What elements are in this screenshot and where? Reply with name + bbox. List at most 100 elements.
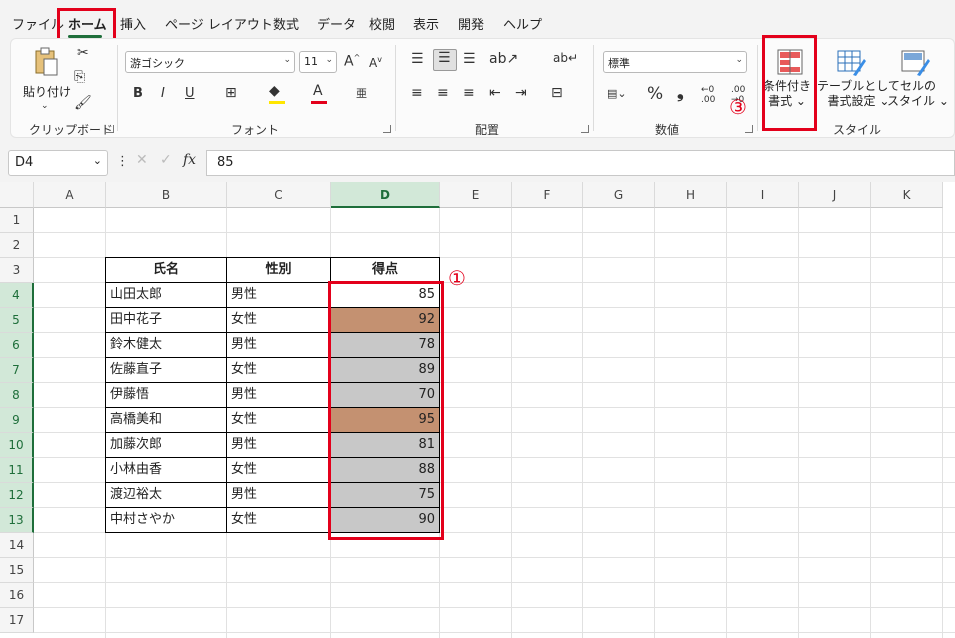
name-cell[interactable]: 渡辺裕太 <box>105 482 227 508</box>
align-bottom-icon[interactable]: ☰ <box>463 51 476 67</box>
column-header-G[interactable]: G <box>583 182 655 208</box>
column-header-A[interactable]: A <box>34 182 106 208</box>
table-header-cell[interactable]: 氏名 <box>105 257 227 283</box>
gender-cell[interactable]: 女性 <box>226 357 331 383</box>
column-header-H[interactable]: H <box>655 182 727 208</box>
name-cell[interactable]: 鈴木健太 <box>105 332 227 358</box>
phonetic-icon[interactable]: 亜 <box>356 85 367 101</box>
font-name-select[interactable]: 游ゴシック ⌄ <box>125 51 295 73</box>
row-header-8[interactable]: 8 <box>0 383 34 408</box>
row-header-3[interactable]: 3 <box>0 258 34 283</box>
table-header-cell[interactable]: 得点 <box>330 257 440 283</box>
wrap-text-icon[interactable]: ab↵ <box>553 51 578 65</box>
increase-font-icon[interactable]: A^ <box>344 53 360 70</box>
paste-dropdown-icon[interactable]: ⌄ <box>41 101 49 111</box>
indent-icon[interactable]: ⇥ <box>515 85 527 101</box>
align-top-icon[interactable]: ☰ <box>411 51 424 67</box>
format-painter-icon[interactable]: 🖌 <box>74 95 92 111</box>
outdent-icon[interactable]: ⇤ <box>489 85 501 101</box>
bold-button[interactable]: B <box>133 86 143 101</box>
column-header-D[interactable]: D <box>331 182 440 208</box>
merge-center-icon[interactable]: ⊟ <box>551 85 563 101</box>
format-as-table-icon[interactable] <box>837 49 867 77</box>
spreadsheet-grid[interactable]: A B C D E F G H I J K 1 2 3 4 5 6 7 8 9 10 11 12 13 14 15 16 17 氏名 性別… <box>0 182 955 638</box>
gender-cell[interactable]: 女性 <box>226 307 331 333</box>
tab-3[interactable]: ページ レイアウト <box>165 14 273 33</box>
number-format-select[interactable]: 標準 ⌄ <box>603 51 747 73</box>
copy-icon[interactable]: ⎘ <box>74 69 85 85</box>
orientation-icon[interactable]: ab↗ <box>489 51 518 67</box>
row-header-4[interactable]: 4 <box>0 283 34 308</box>
row-header-13[interactable]: 13 <box>0 508 34 533</box>
tab-4[interactable]: 数式 <box>273 14 299 33</box>
name-box[interactable]: D4 ⌄ <box>8 150 108 176</box>
font-launcher-icon[interactable] <box>383 125 391 133</box>
more-options-icon[interactable]: ⋮ <box>116 154 129 169</box>
tab-9[interactable]: ヘルプ <box>503 14 542 33</box>
select-all-corner[interactable] <box>0 182 34 208</box>
align-middle-icon[interactable]: ☰ <box>433 49 457 71</box>
clipboard-launcher-icon[interactable] <box>106 125 114 133</box>
name-cell[interactable]: 田中花子 <box>105 307 227 333</box>
column-header-C[interactable]: C <box>227 182 331 208</box>
font-color-icon[interactable]: A <box>311 83 327 104</box>
gender-cell[interactable]: 男性 <box>226 332 331 358</box>
name-cell[interactable]: 中村さやか <box>105 507 227 533</box>
name-cell[interactable]: 加藤次郎 <box>105 432 227 458</box>
underline-button[interactable]: U <box>185 86 195 101</box>
align-center-icon[interactable]: ≡ <box>437 85 449 101</box>
currency-icon[interactable]: ▤⌄ <box>607 87 627 100</box>
column-header-I[interactable]: I <box>727 182 799 208</box>
decrease-font-icon[interactable]: Av <box>369 55 382 70</box>
row-header-2[interactable]: 2 <box>0 233 34 258</box>
tab-6[interactable]: 校閲 <box>369 14 395 33</box>
name-cell[interactable]: 山田太郎 <box>105 282 227 308</box>
column-header-K[interactable]: K <box>871 182 943 208</box>
name-cell[interactable]: 伊藤悟 <box>105 382 227 408</box>
cell-styles-button[interactable]: セルの スタイル ⌄ <box>887 79 949 109</box>
row-header-5[interactable]: 5 <box>0 308 34 333</box>
row-header-9[interactable]: 9 <box>0 408 34 433</box>
align-left-icon[interactable]: ≡ <box>411 85 423 101</box>
column-header-B[interactable]: B <box>106 182 227 208</box>
gender-cell[interactable]: 男性 <box>226 432 331 458</box>
row-header-11[interactable]: 11 <box>0 458 34 483</box>
tab-5[interactable]: データ <box>317 14 356 33</box>
font-size-select[interactable]: 11 ⌄ <box>299 51 337 73</box>
alignment-launcher-icon[interactable] <box>581 125 589 133</box>
gender-cell[interactable]: 男性 <box>226 482 331 508</box>
paste-icon[interactable] <box>33 47 59 77</box>
row-header-14[interactable]: 14 <box>0 533 34 558</box>
name-cell[interactable]: 高橋美和 <box>105 407 227 433</box>
tab-7[interactable]: 表示 <box>413 14 439 33</box>
border-icon[interactable]: ⊞ <box>225 85 237 101</box>
column-header-E[interactable]: E <box>440 182 512 208</box>
row-header-16[interactable]: 16 <box>0 583 34 608</box>
tab-2[interactable]: 挿入 <box>120 14 146 33</box>
gender-cell[interactable]: 女性 <box>226 457 331 483</box>
gender-cell[interactable]: 男性 <box>226 382 331 408</box>
percent-icon[interactable]: % <box>647 84 663 104</box>
cut-icon[interactable]: ✂ <box>77 45 89 61</box>
paste-button[interactable]: 貼り付け <box>23 83 71 100</box>
row-header-7[interactable]: 7 <box>0 358 34 383</box>
row-header-1[interactable]: 1 <box>0 208 34 233</box>
name-cell[interactable]: 小林由香 <box>105 457 227 483</box>
row-header-12[interactable]: 12 <box>0 483 34 508</box>
formula-input[interactable]: 85 <box>206 150 955 176</box>
row-header-10[interactable]: 10 <box>0 433 34 458</box>
name-cell[interactable]: 佐藤直子 <box>105 357 227 383</box>
cell-styles-icon[interactable] <box>901 49 931 77</box>
gender-cell[interactable]: 女性 <box>226 407 331 433</box>
chevron-down-icon[interactable]: ⌄ <box>93 154 102 167</box>
fill-color-icon[interactable]: ◆ <box>269 83 285 104</box>
cancel-icon[interactable]: ✕ <box>136 152 148 168</box>
align-right-icon[interactable]: ≡ <box>463 85 475 101</box>
tab-8[interactable]: 開発 <box>458 14 484 33</box>
column-header-J[interactable]: J <box>799 182 871 208</box>
increase-decimal-icon[interactable]: ←0.00 <box>701 85 715 105</box>
gender-cell[interactable]: 女性 <box>226 507 331 533</box>
row-header-6[interactable]: 6 <box>0 333 34 358</box>
row-header-15[interactable]: 15 <box>0 558 34 583</box>
italic-button[interactable]: I <box>161 86 165 101</box>
